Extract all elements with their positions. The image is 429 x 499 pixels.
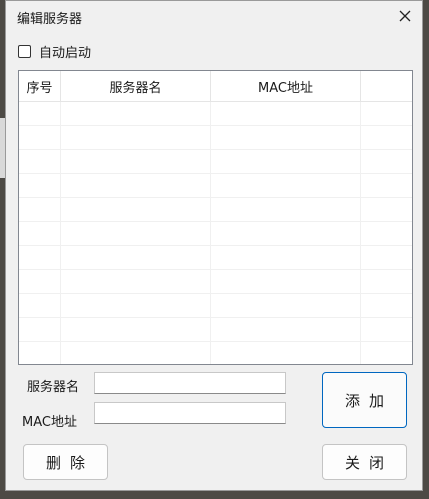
empty-grid-row <box>19 150 412 174</box>
delete-button[interactable]: 删除 <box>23 444 108 480</box>
empty-grid-row <box>19 294 412 318</box>
column-header-empty <box>361 71 412 101</box>
grid-cell <box>61 198 211 222</box>
close-window-button[interactable] <box>390 2 420 30</box>
empty-grid-row <box>19 318 412 342</box>
grid-cell <box>211 318 361 342</box>
grid-cell <box>61 102 211 126</box>
window-title: 编辑服务器 <box>17 12 83 27</box>
empty-grid-row <box>19 270 412 294</box>
grid-cell <box>211 342 361 364</box>
grid-cell <box>61 318 211 342</box>
grid-cell <box>211 198 361 222</box>
empty-grid-row <box>19 126 412 150</box>
grid-cell <box>19 318 61 342</box>
autostart-checkbox[interactable]: 自动启动 <box>18 42 91 61</box>
grid-cell <box>211 222 361 246</box>
grid-cell <box>61 126 211 150</box>
grid-cell <box>19 270 61 294</box>
column-header-index[interactable]: 序号 <box>19 71 61 101</box>
grid-cell <box>19 198 61 222</box>
column-header-server-name[interactable]: 服务器名 <box>61 71 211 101</box>
grid-cell <box>61 270 211 294</box>
grid-cell <box>211 102 361 126</box>
grid-cell <box>61 342 211 364</box>
empty-grid-row <box>19 174 412 198</box>
server-name-input[interactable] <box>94 372 286 394</box>
grid-cell <box>19 174 61 198</box>
grid-cell <box>211 270 361 294</box>
grid-cell <box>19 342 61 364</box>
empty-grid-row <box>19 342 412 364</box>
grid-cell <box>211 246 361 270</box>
empty-grid-row <box>19 246 412 270</box>
empty-grid-row <box>19 102 412 126</box>
grid-cell <box>61 150 211 174</box>
mac-input[interactable] <box>94 402 286 424</box>
grid-cell <box>19 246 61 270</box>
grid-cell <box>61 294 211 318</box>
close-button[interactable]: 关闭 <box>322 444 407 480</box>
grid-cell <box>61 246 211 270</box>
grid-cell <box>19 294 61 318</box>
checkbox-box[interactable] <box>18 45 31 58</box>
grid-cell <box>211 174 361 198</box>
grid-cell <box>211 126 361 150</box>
grid-cell <box>19 222 61 246</box>
autostart-label: 自动启动 <box>39 46 92 61</box>
grid-cell <box>19 126 61 150</box>
grid-cell <box>19 102 61 126</box>
title-bar: 编辑服务器 <box>6 1 422 31</box>
grid-cell <box>211 294 361 318</box>
server-name-label: 服务器名 <box>27 380 80 395</box>
column-header-mac[interactable]: MAC地址 <box>211 71 361 101</box>
server-list[interactable]: 序号 服务器名 MAC地址 <box>18 70 413 365</box>
empty-grid-row <box>19 222 412 246</box>
add-button[interactable]: 添加 <box>322 372 407 428</box>
list-body[interactable] <box>19 102 412 364</box>
grid-cell <box>61 174 211 198</box>
empty-grid-row <box>19 198 412 222</box>
mac-label: MAC地址 <box>22 415 77 430</box>
close-icon <box>399 10 411 22</box>
grid-cell <box>19 150 61 174</box>
edit-server-dialog: 编辑服务器 自动启动 序号 服务器名 MAC地址 服务器名 MAC地址 添加 删… <box>5 0 423 491</box>
list-header: 序号 服务器名 MAC地址 <box>19 71 412 102</box>
grid-cell <box>211 150 361 174</box>
grid-cell <box>61 222 211 246</box>
